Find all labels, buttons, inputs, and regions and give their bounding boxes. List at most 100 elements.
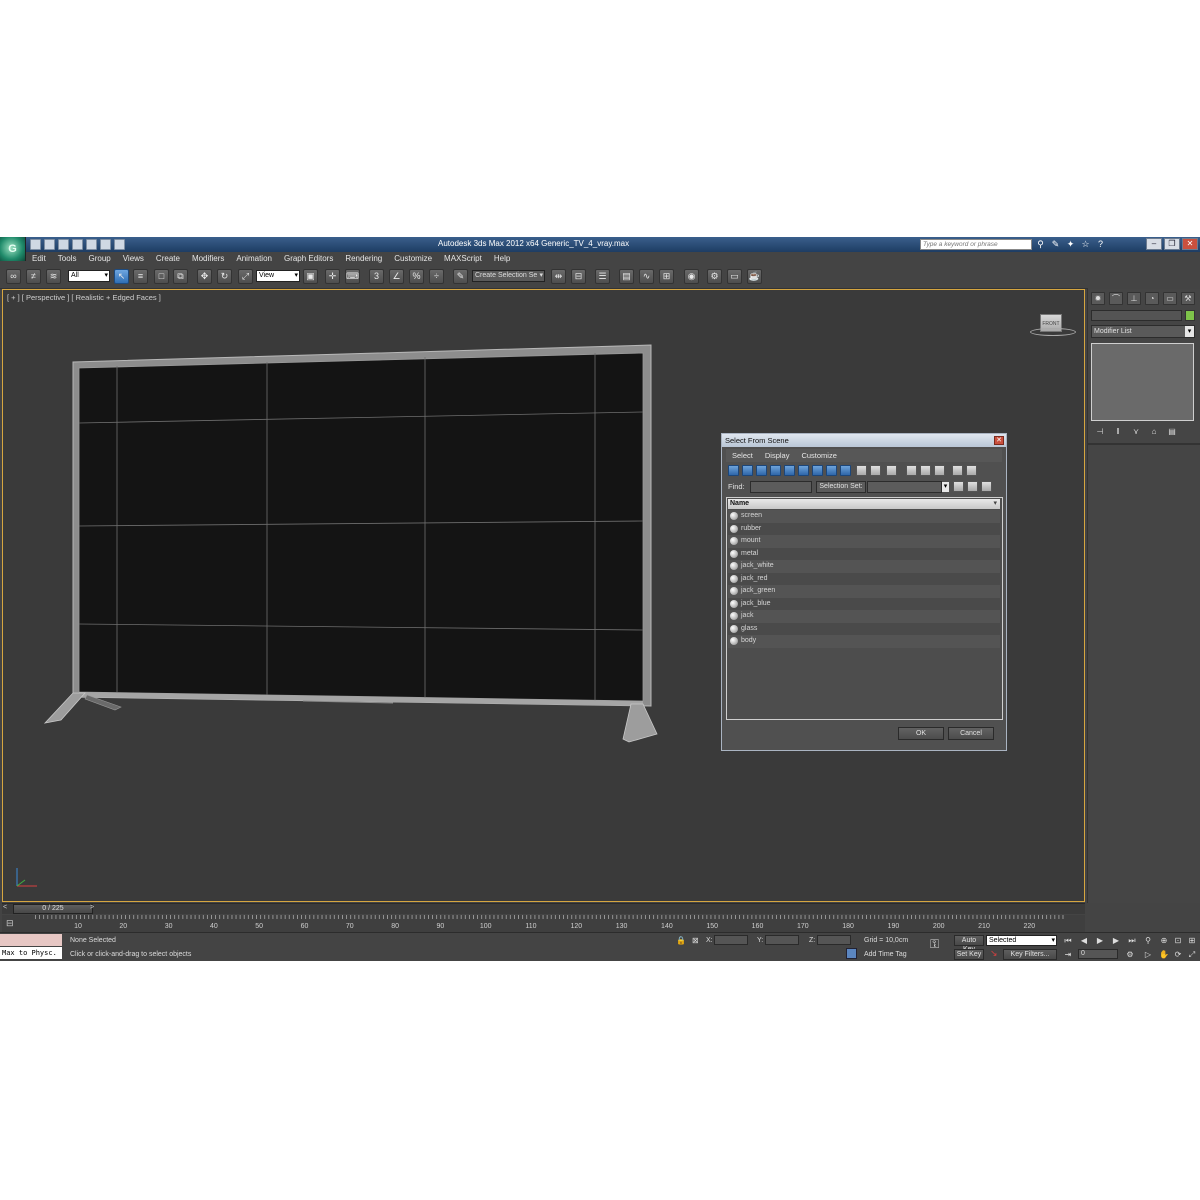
rendered-frame-window-icon[interactable]: ▭ — [727, 269, 742, 284]
default-tangent-icon[interactable]: ↘ — [990, 948, 998, 959]
graphite-ribbon-icon[interactable]: ▤ — [619, 269, 634, 284]
spinner-snap-icon[interactable]: ÷ — [429, 269, 444, 284]
selection-filter-dropdown[interactable]: All — [68, 270, 110, 282]
zoom-icon[interactable]: ⚲ — [1142, 935, 1154, 946]
favorites-icon[interactable]: ☆ — [1081, 239, 1090, 249]
app-menu-button[interactable]: G — [0, 237, 26, 261]
list-item[interactable]: glass — [728, 622, 1000, 635]
select-invert-icon[interactable] — [934, 465, 945, 476]
open-file-icon[interactable] — [44, 239, 55, 250]
menu-animation[interactable]: Animation — [230, 253, 278, 265]
select-scale-icon[interactable]: ⤢ — [238, 269, 253, 284]
set-key-mode-icon[interactable]: ⚿ — [930, 938, 939, 950]
list-item[interactable]: jack_blue — [728, 597, 1000, 610]
rectangular-selection-icon[interactable]: □ — [154, 269, 169, 284]
communication-icon[interactable]: ✦ — [1066, 239, 1075, 249]
motion-tab-icon[interactable]: ◔ — [1145, 292, 1159, 305]
dialog-menu-select[interactable]: Select — [726, 449, 759, 462]
time-slider-thumb[interactable]: 0 / 225 — [13, 904, 93, 914]
menu-group[interactable]: Group — [82, 253, 116, 265]
lock-selection-icon[interactable]: 🔒 — [676, 935, 686, 946]
display-spacewarps-icon[interactable] — [798, 465, 809, 476]
menu-rendering[interactable]: Rendering — [339, 253, 388, 265]
restore-icon[interactable]: ❐ — [1164, 238, 1180, 250]
display-tab-icon[interactable]: ▭ — [1163, 292, 1177, 305]
listener-input[interactable]: Max to Physc. — [0, 947, 62, 959]
list-item[interactable]: jack_red — [728, 572, 1000, 585]
time-configuration-icon[interactable]: ⚙ — [1124, 949, 1136, 960]
display-shapes-icon[interactable] — [742, 465, 753, 476]
add-to-set-icon[interactable] — [967, 481, 978, 492]
key-mode-toggle-icon[interactable]: ⇥ — [1062, 949, 1074, 960]
show-end-result-icon[interactable]: ‖ — [1112, 426, 1124, 437]
align-icon[interactable]: ⊟ — [571, 269, 586, 284]
find-input[interactable] — [750, 481, 812, 493]
material-editor-icon[interactable]: ◉ — [684, 269, 699, 284]
pan-view-icon[interactable]: ✋ — [1158, 949, 1170, 960]
project-folder-icon[interactable] — [100, 239, 111, 250]
x-coordinate-input[interactable] — [714, 935, 748, 945]
dialog-close-icon[interactable]: ✕ — [994, 436, 1004, 445]
object-color-swatch[interactable] — [1185, 310, 1195, 321]
display-all-icon[interactable] — [856, 465, 867, 476]
hierarchy-tab-icon[interactable]: ⊥ — [1127, 292, 1141, 305]
open-mini-curve-editor-icon[interactable]: ⊟ — [6, 918, 22, 929]
create-tab-icon[interactable]: ✹ — [1091, 292, 1105, 305]
list-item[interactable]: body — [728, 635, 1000, 648]
link-icon[interactable]: ∞ — [6, 269, 21, 284]
display-helpers-icon[interactable] — [784, 465, 795, 476]
cancel-button[interactable]: Cancel — [948, 727, 994, 740]
list-item[interactable]: rubber — [728, 522, 1000, 535]
undo-icon[interactable] — [72, 239, 83, 250]
select-object-icon[interactable]: ↖ — [114, 269, 129, 284]
time-next-button[interactable]: > — [90, 904, 94, 911]
menu-maxscript[interactable]: MAXScript — [438, 253, 488, 265]
list-item[interactable]: jack_green — [728, 585, 1000, 598]
list-item[interactable]: screen — [728, 510, 1000, 523]
display-xrefs-icon[interactable] — [826, 465, 837, 476]
modify-tab-icon[interactable]: ⌒ — [1109, 292, 1123, 305]
unlink-icon[interactable]: ≠ — [26, 269, 41, 284]
keyboard-shortcut-toggle-icon[interactable]: ⌨ — [345, 269, 360, 284]
display-lights-icon[interactable] — [756, 465, 767, 476]
display-invert-icon[interactable] — [886, 465, 897, 476]
column-header-name[interactable]: Name — [728, 499, 1000, 509]
make-unique-icon[interactable]: ⋎ — [1130, 426, 1142, 437]
select-by-name-icon[interactable]: ≡ — [133, 269, 148, 284]
y-coordinate-input[interactable] — [765, 935, 799, 945]
display-cameras-icon[interactable] — [770, 465, 781, 476]
play-icon[interactable]: ▶ — [1094, 935, 1106, 946]
percent-snap-icon[interactable]: % — [409, 269, 424, 284]
menu-graph-editors[interactable]: Graph Editors — [278, 253, 339, 265]
select-none-icon[interactable] — [920, 465, 931, 476]
mirror-icon[interactable]: ⇹ — [551, 269, 566, 284]
menu-edit[interactable]: Edit — [26, 253, 52, 265]
time-tag-icon[interactable] — [846, 948, 857, 959]
display-bones-icon[interactable] — [840, 465, 851, 476]
previous-frame-icon[interactable]: ◀ — [1078, 935, 1090, 946]
orbit-icon[interactable]: ⟳ — [1172, 949, 1184, 960]
field-of-view-icon[interactable]: ▷ — [1142, 949, 1154, 960]
help-icon[interactable]: ? — [1096, 239, 1105, 249]
close-icon[interactable]: ✕ — [1182, 238, 1198, 250]
menu-help[interactable]: Help — [488, 253, 516, 265]
time-prev-button[interactable]: < — [3, 904, 7, 911]
display-none-icon[interactable] — [870, 465, 881, 476]
auto-key-button[interactable]: Auto Key — [954, 935, 984, 953]
viewcube-ring[interactable] — [1030, 328, 1076, 336]
next-frame-icon[interactable]: ▶ — [1110, 935, 1122, 946]
viewcube[interactable]: FRONT — [1028, 312, 1078, 340]
remove-modifier-icon[interactable]: ⌂ — [1148, 426, 1160, 437]
go-to-start-icon[interactable]: ⏮ — [1062, 935, 1074, 946]
create-set-icon[interactable] — [953, 481, 964, 492]
go-to-end-icon[interactable]: ⏭ — [1126, 935, 1138, 946]
modifier-list-dropdown[interactable]: Modifier List — [1091, 325, 1195, 338]
window-crossing-icon[interactable]: ⧉ — [173, 269, 188, 284]
menu-customize[interactable]: Customize — [388, 253, 438, 265]
select-move-icon[interactable]: ✥ — [197, 269, 212, 284]
save-file-icon[interactable] — [58, 239, 69, 250]
redo-icon[interactable] — [86, 239, 97, 250]
absolute-mode-icon[interactable]: ⊠ — [692, 935, 699, 946]
render-setup-icon[interactable]: ⚙ — [707, 269, 722, 284]
current-frame-input[interactable]: 0 — [1078, 949, 1118, 959]
